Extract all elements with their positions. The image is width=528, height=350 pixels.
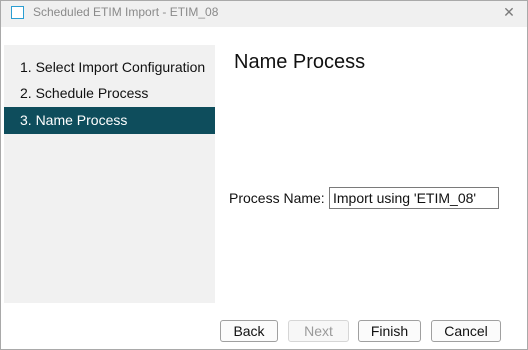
back-button[interactable]: Back — [220, 320, 278, 342]
cancel-button[interactable]: Cancel — [431, 320, 501, 342]
step-select-import-configuration[interactable]: 1. Select Import Configuration — [4, 54, 215, 81]
step-schedule-process[interactable]: 2. Schedule Process — [4, 80, 215, 107]
window-title: Scheduled ETIM Import - ETIM_08 — [33, 5, 219, 19]
finish-button[interactable]: Finish — [358, 320, 421, 342]
next-button[interactable]: Next — [288, 320, 349, 342]
close-icon[interactable]: ✕ — [501, 4, 517, 20]
scheduled-import-dialog: Scheduled ETIM Import - ETIM_08 ✕ 1. Sel… — [0, 0, 528, 350]
title-bar: Scheduled ETIM Import - ETIM_08 ✕ — [1, 1, 527, 27]
window-app-icon — [11, 6, 24, 19]
step-name-process[interactable]: 3. Name Process — [4, 107, 215, 134]
process-name-label: Process Name: — [229, 190, 325, 206]
page-title: Name Process — [234, 51, 366, 73]
wizard-steps-sidebar: 1. Select Import Configuration 2. Schedu… — [4, 45, 215, 303]
process-name-input[interactable] — [329, 187, 499, 209]
